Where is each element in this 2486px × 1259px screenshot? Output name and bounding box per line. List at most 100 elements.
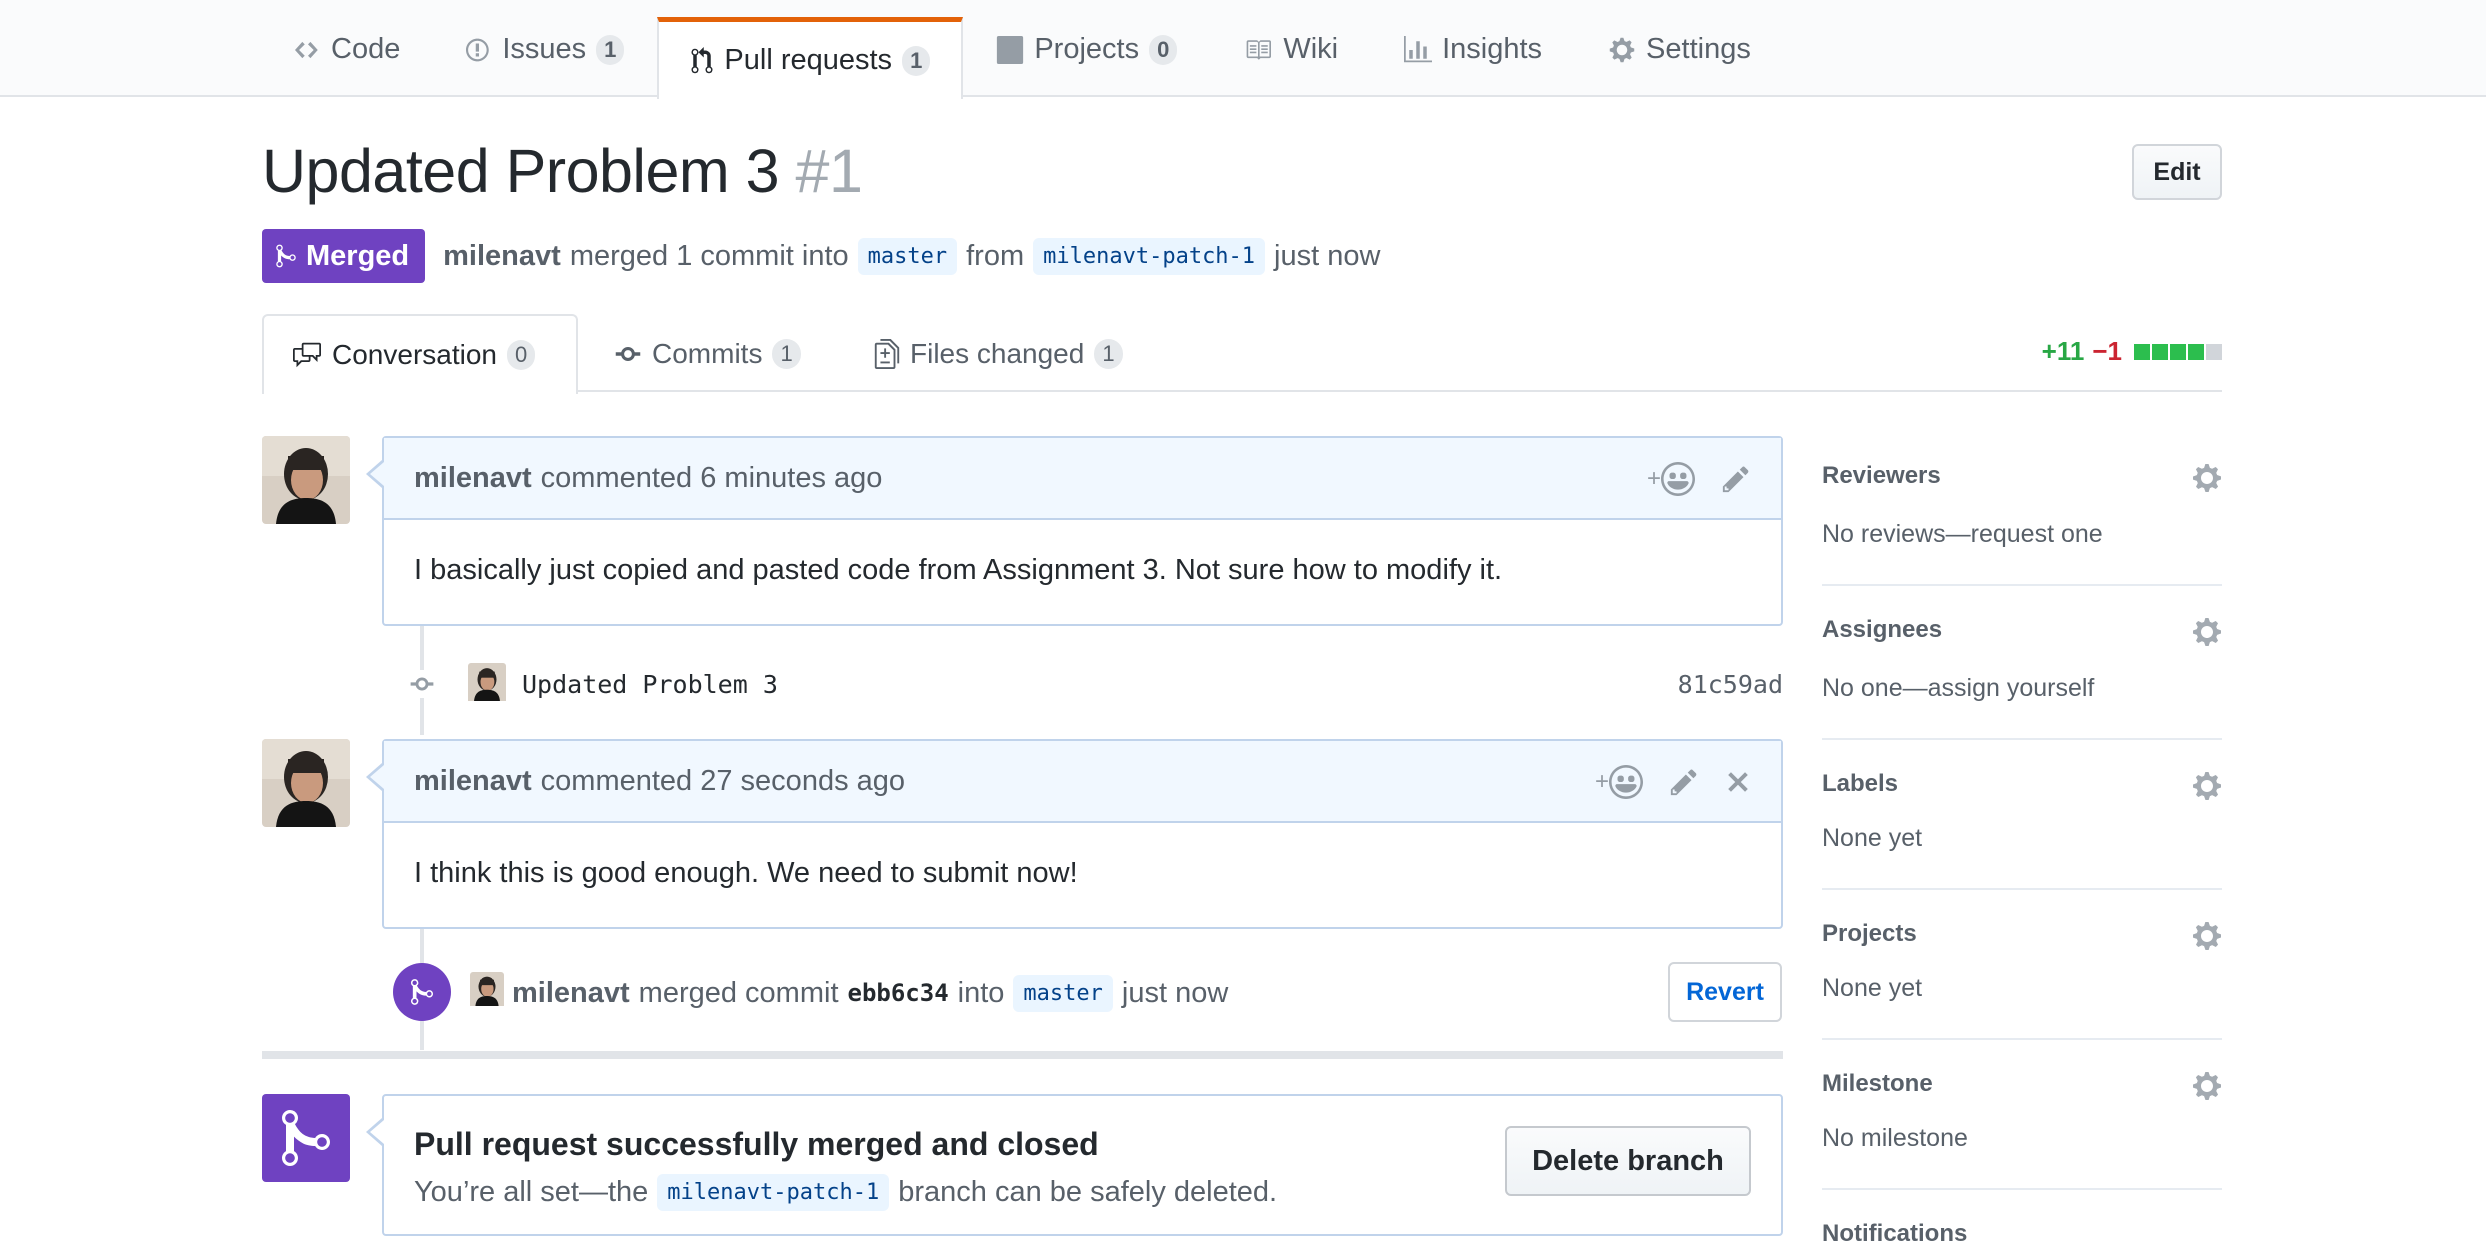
avatar[interactable] [262, 436, 350, 524]
labels-settings-button[interactable] [2192, 770, 2222, 807]
merge-status-subtitle: You’re all set—the milenavt-patch-1 bran… [414, 1174, 1277, 1211]
repo-nav-bar: Code Issues 1 Pull requests 1 Projects 0… [0, 0, 2486, 99]
delete-branch-button[interactable]: Delete branch [1505, 1126, 1751, 1196]
head-branch[interactable]: milenavt-patch-1 [1033, 237, 1266, 275]
repo-nav: Code Issues 1 Pull requests 1 Projects 0… [262, 0, 1784, 99]
issue-icon [466, 38, 490, 61]
diffstat-blocks [2132, 336, 2222, 367]
merged-event-branch[interactable]: master [1013, 974, 1113, 1012]
gear-icon [2193, 772, 2221, 800]
sidebar-divider [1822, 888, 2222, 890]
assignees-settings-button[interactable] [2192, 616, 2222, 653]
gear-icon [2193, 464, 2221, 492]
pr-from-text: from [966, 239, 1025, 272]
sidebar-divider [1822, 1188, 2222, 1190]
merge-status-branch[interactable]: milenavt-patch-1 [657, 1174, 890, 1211]
tab-projects[interactable]: Projects 0 [963, 0, 1210, 97]
reviewers-settings-button[interactable] [2192, 462, 2222, 499]
diffstat-block [2170, 344, 2186, 360]
sidebar-value[interactable]: No one—assign yourself [1822, 674, 2094, 703]
tab-issues[interactable]: Issues 1 [433, 0, 657, 97]
diff-deletions: −1 [2092, 336, 2122, 366]
tab-pull-requests[interactable]: Pull requests 1 [657, 17, 964, 99]
projects-settings-button[interactable] [2192, 920, 2222, 957]
sidebar-divider [1822, 738, 2222, 740]
sidebar-reviewers: Reviewers No reviews—request one [1822, 462, 2222, 572]
project-icon [997, 35, 1024, 64]
commits-counter: 1 [772, 339, 801, 369]
tab-conversation[interactable]: Conversation 0 [262, 314, 578, 394]
pencil-icon [1722, 466, 1749, 493]
commit-message-link[interactable]: Updated Problem 3 [522, 670, 778, 699]
edit-comment-button[interactable] [1669, 767, 1699, 797]
files-changed-counter: 1 [1094, 339, 1123, 369]
tab-code[interactable]: Code [262, 0, 433, 97]
sidebar-divider [1822, 1038, 2222, 1040]
merge-commit-sha[interactable]: ebb6c34 [848, 979, 949, 1007]
add-reaction-button[interactable]: + [1595, 765, 1643, 799]
pull-requests-counter: 1 [902, 45, 931, 76]
base-branch[interactable]: master [857, 237, 958, 275]
comment-author[interactable]: milenavt [414, 765, 532, 798]
merged-event-author[interactable]: milenavt [512, 977, 630, 1010]
merged-event-time[interactable]: just now [1122, 977, 1228, 1010]
tab-conversation-label: Conversation [332, 339, 497, 370]
tab-settings[interactable]: Settings [1575, 0, 1784, 97]
commit-sha-link[interactable]: 81c59ad [1678, 670, 1783, 699]
comment-meta[interactable]: commented 27 seconds ago [541, 765, 905, 798]
commit-node [408, 670, 436, 698]
tab-issues-label: Issues [502, 33, 587, 65]
sidebar-value: No milestone [1822, 1124, 1968, 1152]
diffstat-block [2188, 344, 2204, 360]
add-reaction-button[interactable]: + [1647, 462, 1695, 496]
sidebar-labels: Labels None yet [1822, 770, 2222, 870]
comment-discussion-icon [293, 342, 321, 368]
merge-status-suffix: branch can be safely deleted. [898, 1176, 1278, 1208]
tab-commits[interactable]: Commits 1 [586, 314, 829, 394]
git-merge-icon [282, 1109, 330, 1166]
tab-insights[interactable]: Insights [1371, 0, 1575, 97]
edit-title-button[interactable]: Edit [2132, 144, 2222, 200]
comment-actions: + [1621, 438, 1751, 520]
pr-meta: Merged milenavt merged 1 commit into mas… [262, 229, 1380, 283]
merged-event: milenavt merged commit ebb6c34 into mast… [470, 966, 1228, 1020]
reaction-plus: + [1646, 465, 1661, 492]
sidebar-heading: Reviewers [1822, 462, 1941, 489]
close-icon [1728, 772, 1748, 792]
avatar[interactable] [468, 662, 506, 706]
sidebar-heading: Projects [1822, 920, 1917, 947]
tab-settings-label: Settings [1646, 33, 1751, 65]
sidebar-value[interactable]: No reviews—request one [1822, 520, 2103, 549]
comment-author[interactable]: milenavt [414, 462, 532, 495]
git-merge-icon [411, 979, 433, 1005]
gear-icon [2193, 618, 2221, 646]
pr-tabnav: Conversation 0 Commits 1 Files changed 1… [262, 314, 2222, 394]
avatar[interactable] [262, 739, 350, 827]
merged-event-text: merged commit [638, 976, 839, 1009]
delete-comment-button[interactable] [1725, 767, 1751, 797]
sidebar-heading: Notifications [1822, 1220, 1968, 1247]
comment-body: I basically just copied and pasted code … [414, 553, 1503, 586]
pull-request-icon [691, 46, 713, 73]
milestone-settings-button[interactable] [2192, 1070, 2222, 1107]
page-title: Updated Problem 3 #1 [262, 136, 863, 206]
smiley-icon [1661, 462, 1695, 496]
diffstat-block [2134, 344, 2150, 360]
gear-icon [2193, 922, 2221, 950]
tab-files-changed[interactable]: Files changed 1 [846, 314, 1151, 394]
merged-event-into: into [957, 976, 1005, 1009]
revert-button[interactable]: Revert [1668, 962, 1782, 1022]
comment-meta[interactable]: commented 6 minutes ago [541, 462, 883, 495]
comment: milenavt commented 6 minutes ago + I bas… [366, 436, 1783, 626]
avatar[interactable] [470, 972, 504, 1014]
tab-insights-label: Insights [1442, 33, 1543, 65]
commit-event: Updated Problem 3 81c59ad [468, 658, 1783, 710]
sidebar-projects: Projects None yet [1822, 920, 2222, 1020]
tab-wiki[interactable]: Wiki [1210, 0, 1371, 97]
sidebar-heading: Labels [1822, 770, 1899, 797]
projects-counter: 0 [1149, 34, 1178, 65]
pr-author-link[interactable]: milenavt [443, 240, 561, 273]
comment-header: milenavt commented 6 minutes ago + [384, 438, 1781, 520]
edit-comment-button[interactable] [1721, 464, 1751, 494]
pr-time: just now [1274, 239, 1381, 272]
